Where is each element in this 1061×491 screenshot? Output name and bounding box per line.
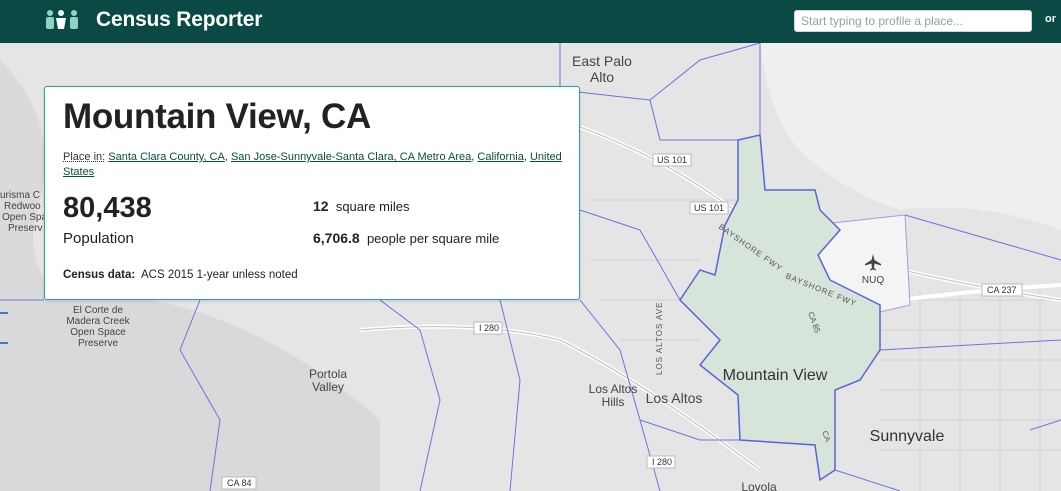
portola-label-1: Portola bbox=[309, 367, 347, 381]
census-data-note: Census data: ACS 2015 1-year unless note… bbox=[63, 269, 298, 281]
place-profile-card: Mountain View, CA Place in: Santa Clara … bbox=[44, 86, 580, 300]
parent-link-state[interactable]: California bbox=[477, 151, 523, 163]
los-altos-label: Los Altos bbox=[646, 390, 703, 406]
population-label: Population bbox=[63, 230, 134, 247]
density-stat: 6,706.8 people per square mile bbox=[313, 230, 499, 246]
app-root: Census Reporter or bbox=[0, 0, 1061, 491]
east-palo-alto-label-1: East Palo bbox=[572, 53, 632, 69]
population-value: 80,438 bbox=[63, 192, 152, 224]
us101-label-b: US 101 bbox=[694, 203, 724, 213]
area-label: square miles bbox=[335, 199, 410, 214]
census-data-value: ACS 2015 1-year unless noted bbox=[140, 269, 298, 281]
place-in-label: Place in: bbox=[63, 151, 106, 163]
parent-link-metro[interactable]: San Jose-Sunnyvale-Santa Clara, CA Metro… bbox=[231, 151, 471, 163]
brand-name: Census Reporter bbox=[96, 8, 263, 31]
los-altos-hills-label-1: Los Altos bbox=[589, 382, 638, 396]
portola-label-2: Valley bbox=[312, 380, 344, 394]
sunnyvale-label: Sunnyvale bbox=[870, 428, 945, 445]
us101-label-a: US 101 bbox=[657, 155, 687, 165]
el-corte-label-3: Open Space bbox=[70, 327, 126, 338]
top-bar: Census Reporter or bbox=[0, 0, 1061, 43]
brand-link[interactable]: Census Reporter bbox=[44, 8, 262, 32]
ca84-label: CA 84 bbox=[227, 478, 252, 488]
loyola-label: Loyola bbox=[741, 480, 777, 491]
census-data-label: Census data: bbox=[63, 269, 136, 281]
los-altos-hills-label-2: Hills bbox=[602, 395, 625, 409]
purisima-label-2: Redwoo bbox=[4, 201, 41, 212]
density-label: people per square mile bbox=[366, 231, 500, 246]
or-label: or bbox=[1045, 13, 1056, 25]
place-search-input[interactable] bbox=[794, 10, 1032, 32]
purisima-label-4: Preserv bbox=[8, 223, 42, 234]
purisima-label-1: urisma C bbox=[0, 190, 40, 201]
east-palo-alto-label-2: Alto bbox=[590, 69, 614, 85]
mountain-view-label: Mountain View bbox=[723, 367, 828, 384]
los-altos-ave-label: LOS ALTOS AVE bbox=[655, 302, 664, 375]
purisima-label-3: Open Spa bbox=[2, 212, 47, 223]
el-corte-label-2: Madera Creek bbox=[66, 316, 130, 327]
area-stat: 12 square miles bbox=[313, 198, 410, 214]
census-people-icon bbox=[46, 10, 78, 29]
i280-label-b: I 280 bbox=[652, 457, 672, 467]
area-value: 12 bbox=[313, 198, 329, 214]
el-corte-label-1: El Corte de bbox=[73, 305, 123, 316]
el-corte-label-4: Preserve bbox=[78, 338, 118, 349]
place-in-breadcrumb: Place in: Santa Clara County, CA, San Jo… bbox=[63, 151, 562, 178]
nuq-label: NUQ bbox=[862, 275, 884, 286]
density-value: 6,706.8 bbox=[313, 230, 360, 246]
page-title: Mountain View, CA bbox=[63, 97, 371, 136]
i280-label-a: I 280 bbox=[479, 323, 499, 333]
parent-link-county[interactable]: Santa Clara County, CA bbox=[108, 151, 225, 163]
ca237-label: CA 237 bbox=[987, 285, 1017, 295]
